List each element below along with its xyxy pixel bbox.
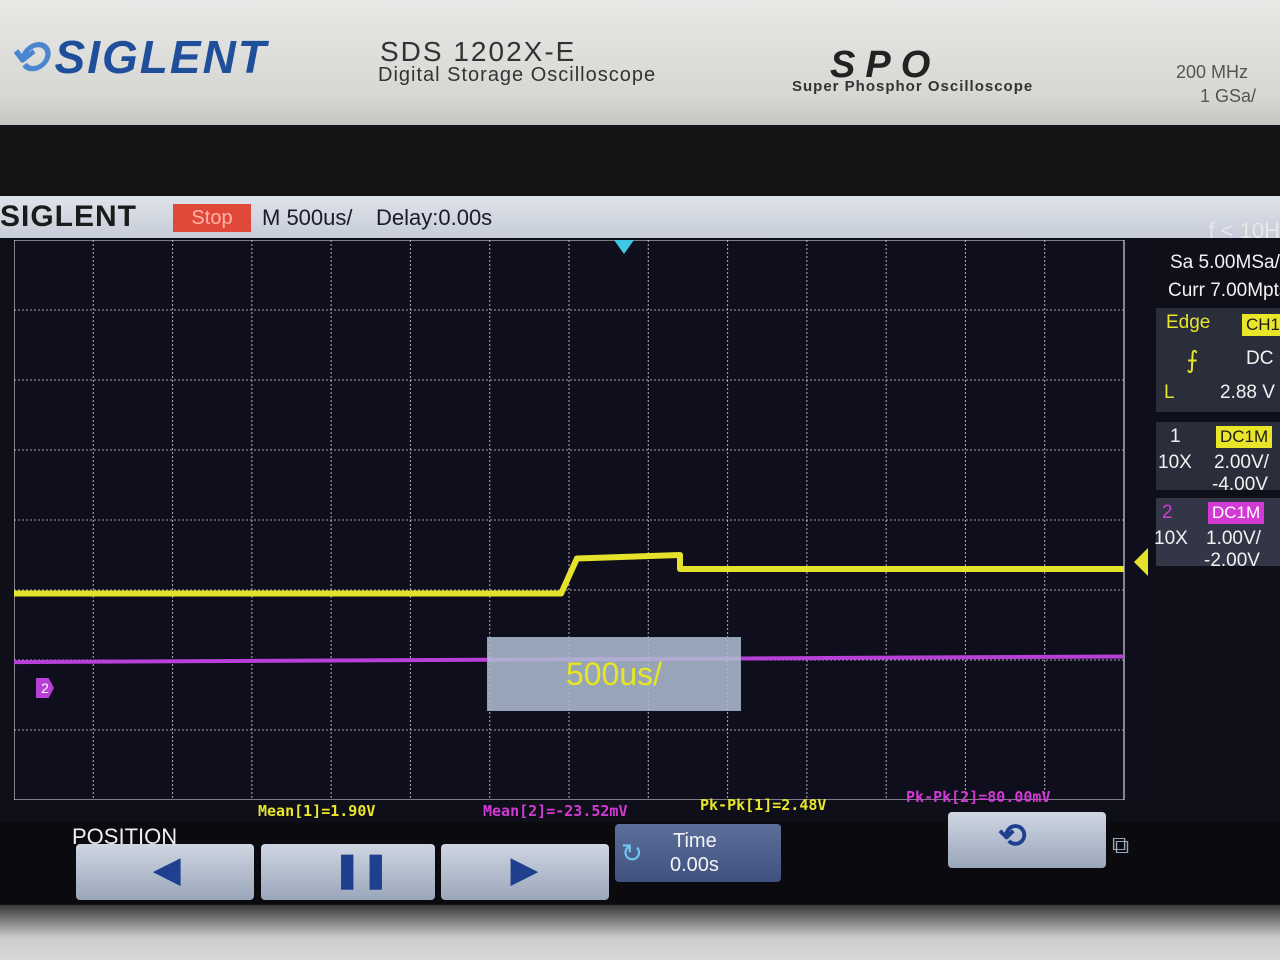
grid-background (14, 240, 1148, 800)
measurement-pkpk1: Pk-Pk[1]=2.48V (700, 796, 827, 814)
trigger-panel[interactable]: Edge CH1 ⨍ DC L 2.88 V (1156, 308, 1280, 412)
screen-logo: SIGLENT (0, 200, 138, 233)
pause-button[interactable]: ❚❚ (261, 844, 435, 900)
time-label: Time (673, 830, 717, 852)
return-button[interactable]: ⟲ (948, 812, 1106, 868)
trigger-coupling: DC (1246, 348, 1274, 369)
device-top-panel: ⟲ SIGLENT SDS 1202X-E Digital Storage Osc… (0, 0, 1280, 140)
measurement-mean1: Mean[1]=1.90V (258, 802, 376, 820)
trigger-level: 2.88 V (1220, 382, 1275, 403)
sample-rate: Sa 5.00MSa/ (1170, 252, 1280, 273)
scope-screen: SIGLENT Stop M 500us/ Delay:0.00s f < 10… (0, 196, 1280, 904)
memory-depth: Curr 7.00Mpts (1168, 280, 1280, 301)
rotate-knob-icon: ↻ (621, 838, 643, 868)
brand-logo: ⟲ SIGLENT (8, 31, 268, 83)
measurement-pkpk2: Pk-Pk[2]=80.00mV (906, 788, 1051, 806)
move-right-button[interactable]: ▶ (441, 844, 609, 900)
spec-samplerate: 1 GSa/ (1200, 86, 1257, 106)
measurement-mean2: Mean[2]=-23.52mV (483, 802, 628, 820)
ch1-scale: 2.00V/ (1214, 452, 1269, 473)
ch1-coupling: DC1M (1216, 426, 1273, 448)
trigger-level-label: L (1164, 382, 1175, 403)
ch2-number: 2 (1162, 502, 1173, 523)
trigger-source: CH1 (1242, 314, 1280, 336)
timebase-popup: 500us/ (487, 637, 741, 711)
trigger-type: Edge (1166, 312, 1211, 333)
ch2-scale: 1.00V/ (1206, 528, 1261, 549)
model-description: Digital Storage Oscilloscope (378, 64, 657, 86)
ch1-number: 1 (1170, 426, 1181, 447)
timebase-label[interactable]: M 500us/ (262, 205, 353, 231)
right-info-panel: Sa 5.00MSa/ Curr 7.00Mpts Edge CH1 ⨍ DC … (1150, 240, 1280, 600)
time-value: 0.00s (670, 854, 719, 876)
waveform-display[interactable] (14, 240, 1148, 800)
ch2-panel[interactable]: 2 DC1M 10X 1.00V/ -2.00V (1154, 498, 1280, 571)
ch1-offset: -4.00V (1212, 474, 1268, 495)
network-icon: ⧉ (1112, 832, 1130, 859)
ch2-marker-label: 2 (41, 680, 49, 696)
left-arrow-icon: ◀ (154, 851, 181, 889)
status-bar: SIGLENT Stop M 500us/ Delay:0.00s (0, 196, 1280, 238)
move-left-button[interactable]: ◀ (76, 844, 254, 900)
ch2-coupling: DC1M (1208, 502, 1265, 524)
run-state-badge[interactable]: Stop (173, 204, 251, 232)
ch1-panel[interactable]: 1 DC1M 10X 2.00V/ -4.00V (1156, 422, 1280, 495)
pause-icon: ❚❚ (333, 851, 390, 889)
popup-text: 500us/ (565, 656, 663, 692)
right-arrow-icon: ▶ (511, 851, 538, 889)
spec-bandwidth: 200 MHz (1176, 62, 1249, 82)
return-icon: ⟲ (998, 817, 1027, 855)
ch1-probe: 10X (1158, 452, 1192, 473)
ch2-probe: 10X (1154, 528, 1188, 549)
rising-edge-icon: ⨍ (1186, 347, 1199, 374)
device-bottom-panel (0, 905, 1280, 960)
spo-description: Super Phosphor Oscilloscope (792, 78, 1034, 95)
delay-label[interactable]: Delay:0.00s (376, 205, 492, 231)
ch2-offset: -2.00V (1204, 550, 1260, 571)
